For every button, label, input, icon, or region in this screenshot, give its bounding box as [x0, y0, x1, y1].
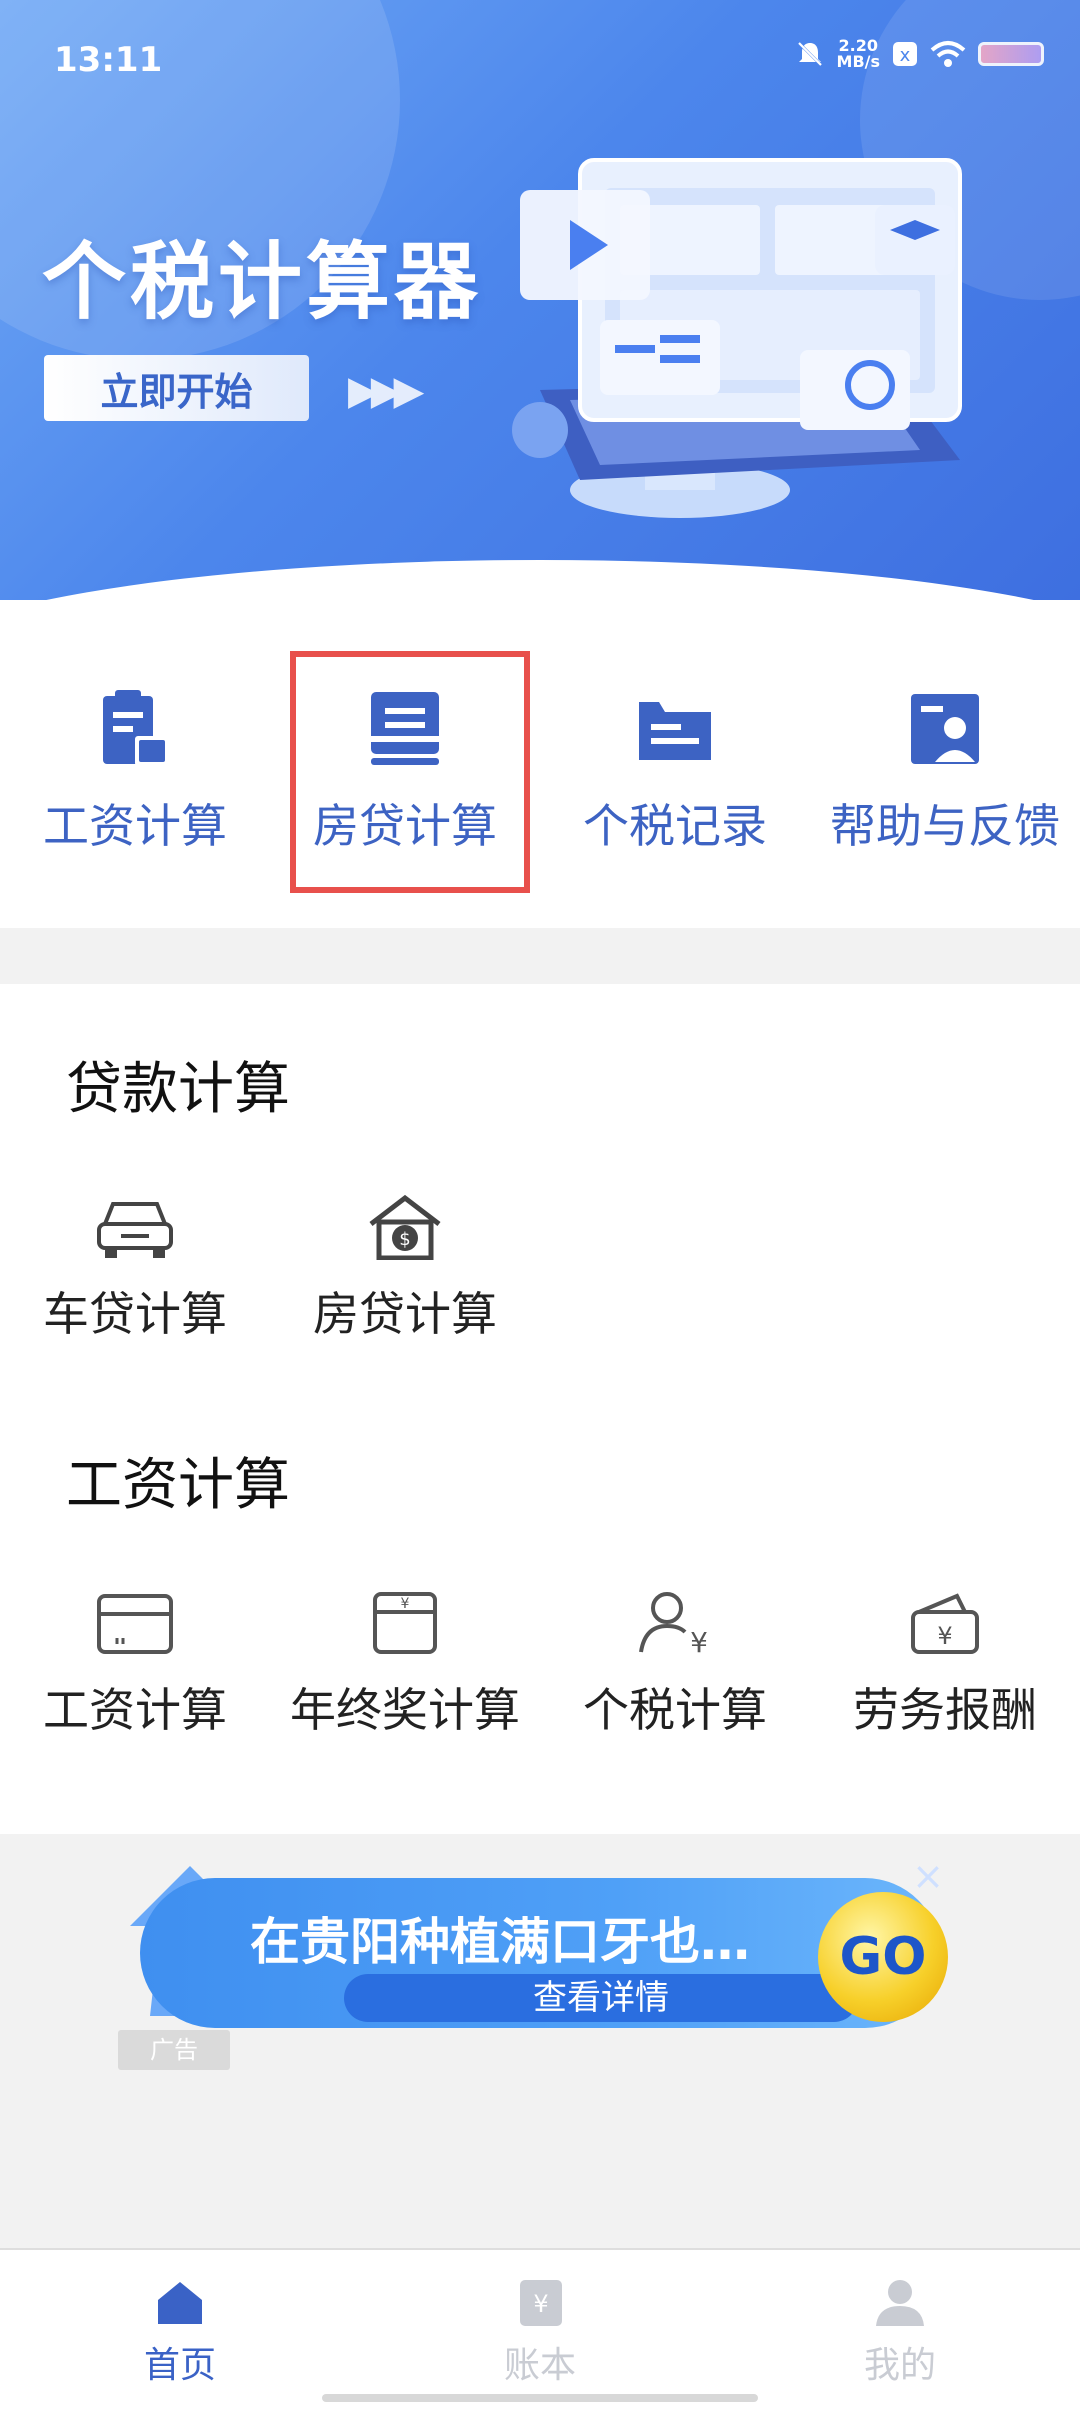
nav-ledger[interactable]: ¥ 账本 [440, 2278, 640, 2388]
wifi-icon [930, 41, 966, 67]
computer-illustration [512, 158, 962, 518]
go-button[interactable]: GO [818, 1892, 948, 2022]
quick-label: 帮助与反馈 [830, 799, 1060, 853]
car-loan-calc[interactable]: 车贷计算 [0, 1194, 270, 1344]
battery-icon [978, 42, 1044, 66]
quick-tax-records[interactable]: 个税记录 [540, 688, 810, 856]
highlight-box [290, 651, 530, 893]
app-notification-icon: x [893, 42, 917, 66]
tool-label: 车贷计算 [43, 1287, 227, 1341]
tool-label: 劳务报酬 [853, 1683, 1037, 1737]
svg-text:¥: ¥ [937, 1622, 952, 1650]
house-dollar-icon: $ [369, 1194, 441, 1260]
car-icon [97, 1202, 173, 1258]
svg-text:¥: ¥ [401, 1596, 410, 1612]
salary-calc[interactable]: 工资计算 [0, 1590, 270, 1740]
user-icon [876, 2280, 924, 2326]
nav-label: 我的 [863, 2345, 936, 2386]
clipboard-icon [103, 690, 169, 766]
status-time: 13:11 [54, 40, 163, 80]
ad-text: 在贵阳种植满口牙也… [250, 1913, 750, 1971]
income-tax-calc[interactable]: ¥ 个税计算 [540, 1590, 810, 1740]
loan-section-title: 贷款计算 [66, 1057, 290, 1122]
card-icon [97, 1594, 173, 1654]
hero-banner[interactable]: 13:11 2.20 MB/s x 个税计算器 立即开始 ▶▶▶ [0, 0, 1080, 600]
yen-envelope-icon: ¥ [373, 1592, 437, 1654]
quick-help-feedback[interactable]: 帮助与反馈 [810, 688, 1080, 856]
quick-label: 个税记录 [583, 799, 767, 853]
svg-text:$: $ [399, 1229, 410, 1250]
mortgage-calc[interactable]: $ 房贷计算 [270, 1194, 540, 1344]
svg-text:¥: ¥ [533, 2290, 548, 2318]
folder-icon [639, 702, 711, 760]
hero-title: 个税计算器 [42, 233, 483, 331]
tool-label: 房贷计算 [313, 1287, 497, 1341]
tool-label: 个税计算 [583, 1683, 767, 1737]
person-yen-icon: ¥ [639, 1592, 708, 1656]
quick-salary-calc[interactable]: 工资计算 [0, 688, 270, 856]
tool-label: 工资计算 [43, 1683, 227, 1737]
wallet-icon: ¥ [911, 1593, 979, 1654]
status-icons: 2.20 MB/s x [795, 38, 1044, 70]
home-indicator [322, 2394, 758, 2402]
start-button[interactable]: 立即开始 [44, 355, 309, 421]
ad-banner[interactable]: 在贵阳种植满口牙也… 查看详情 GO × [120, 1857, 960, 2038]
tools-card: 贷款计算 车贷计算 $ 房贷计算 工资计算 工资计算 ¥ 年终奖计算 ¥ 个税计… [0, 984, 1080, 1834]
nav-mine[interactable]: 我的 [800, 2278, 1000, 2388]
nav-label: 账本 [503, 2345, 576, 2386]
year-end-bonus-calc[interactable]: ¥ 年终奖计算 [270, 1590, 540, 1740]
salary-section-title: 工资计算 [66, 1453, 290, 1518]
quick-label: 工资计算 [43, 799, 227, 853]
home-icon [158, 2282, 202, 2324]
ledger-icon: ¥ [520, 2280, 562, 2326]
close-icon[interactable]: × [910, 1857, 946, 1895]
labor-remuneration-calc[interactable]: ¥ 劳务报酬 [810, 1590, 1080, 1740]
bottom-nav: 首页 ¥ 账本 我的 [0, 2248, 1080, 2410]
mute-bell-icon [797, 41, 822, 67]
nav-label: 首页 [143, 2345, 216, 2386]
svg-text:¥: ¥ [690, 1626, 708, 1656]
person-card-icon [911, 694, 979, 764]
svg-text:x: x [900, 45, 911, 66]
net-speed: 2.20 MB/s [836, 36, 880, 71]
nav-home[interactable]: 首页 [80, 2278, 280, 2388]
ad-tag: 广告 [118, 2030, 230, 2070]
quick-actions: 工资计算 房贷计算 个税记录 帮助与反馈 [0, 600, 1080, 928]
tool-label: 年终奖计算 [290, 1683, 520, 1737]
ad-details-button[interactable]: 查看详情 [344, 1974, 858, 2022]
arrows-icon: ▶▶▶ [348, 368, 424, 414]
